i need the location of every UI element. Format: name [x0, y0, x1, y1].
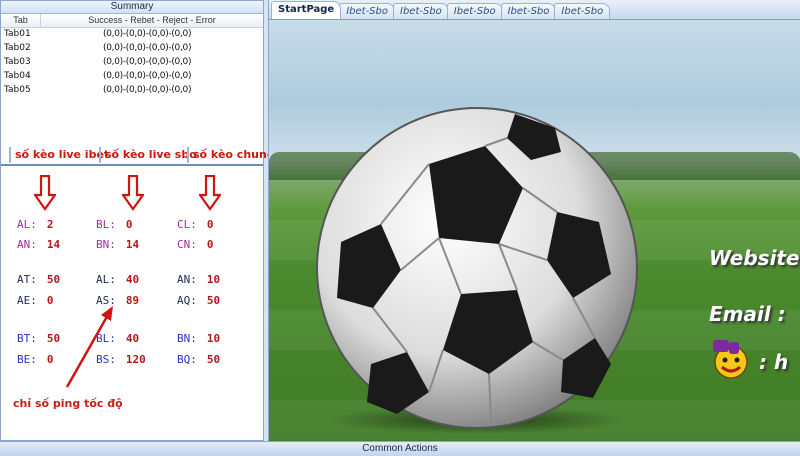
ping-speed-annotation: chỉ số ping tốc độ	[13, 397, 123, 410]
stat-label: CL:	[177, 218, 197, 231]
stat-label: AN:	[177, 273, 197, 286]
summary-table-body: Tab01 (0,0)-(0,0)-(0,0)-(0,0) Tab02 (0,0)-…	[1, 28, 263, 98]
stat-label: BE:	[17, 353, 37, 366]
banner-yahoo-text: : h	[759, 350, 789, 374]
stat-at: AT: 50	[17, 273, 60, 286]
document-tab-strip: StartPage Ibet-Sbo Ibet-Sbo Ibet-Sbo Ibe…	[269, 0, 800, 20]
down-arrow-icon	[122, 175, 144, 211]
stat-value: 50	[206, 353, 221, 366]
stat-value: 89	[125, 294, 140, 307]
tab-start-page[interactable]: StartPage	[271, 1, 342, 19]
stat-label: BN:	[177, 332, 197, 345]
table-row[interactable]: Tab04 (0,0)-(0,0)-(0,0)-(0,0)	[1, 70, 263, 84]
bottom-bar: Common Actions	[0, 441, 800, 456]
stat-al: AL: 2	[17, 218, 54, 231]
stat-label: BL:	[96, 218, 116, 231]
row-tab: Tab04	[4, 71, 31, 81]
summary-header: Summary	[1, 1, 263, 14]
tab-ibet-sbo-5[interactable]: Ibet-Sbo	[554, 3, 611, 19]
stat-ae: AE: 0	[17, 294, 54, 307]
stat-label: AN:	[17, 238, 37, 251]
row-tab: Tab03	[4, 57, 31, 67]
stat-label: BQ:	[177, 353, 197, 366]
stat-value: 0	[206, 238, 214, 251]
row-value: (0,0)-(0,0)-(0,0)-(0,0)	[103, 57, 192, 67]
common-actions-label[interactable]: Common Actions	[0, 442, 800, 456]
stat-label: AE:	[17, 294, 37, 307]
left-tab-strip: số kèo live ibet số kèo live sbo số kèo …	[1, 144, 275, 166]
row-tab: Tab05	[4, 85, 31, 95]
stat-label: AQ:	[177, 294, 197, 307]
stat-label: AT:	[17, 273, 37, 286]
stat-an-ping: AN: 10	[177, 273, 220, 286]
stat-label: CN:	[177, 238, 197, 251]
tab-ibet-sbo-3[interactable]: Ibet-Sbo	[446, 3, 503, 19]
banner-website-text: Website	[709, 246, 800, 270]
stat-label: AL:	[17, 218, 37, 231]
yahoo-messenger-icon	[713, 340, 748, 379]
column-header-results[interactable]: Success - Rebet - Reject - Error	[41, 14, 263, 27]
summary-column-headers: Tab Success - Rebet - Reject - Error	[1, 14, 263, 28]
stat-value: 0	[125, 218, 133, 231]
pointer-arrow-icon	[65, 306, 113, 388]
row-value: (0,0)-(0,0)-(0,0)-(0,0)	[103, 43, 192, 53]
row-tab: Tab02	[4, 43, 31, 53]
stat-bn-ping: BN: 10	[177, 332, 220, 345]
stat-be: BE: 0	[17, 353, 54, 366]
stat-value: 0	[46, 294, 54, 307]
start-page-banner: Website Email : : h	[269, 20, 800, 441]
stat-aq: AQ: 50	[177, 294, 220, 307]
down-arrow-icon	[199, 175, 221, 211]
soccer-ball-image	[316, 107, 638, 434]
stat-value: 0	[46, 353, 54, 366]
tab-general[interactable]: số kèo chung	[187, 147, 275, 163]
stat-value: 40	[125, 273, 140, 286]
tab-ibet-sbo-1[interactable]: Ibet-Sbo	[339, 3, 395, 19]
table-row[interactable]: Tab02 (0,0)-(0,0)-(0,0)-(0,0)	[1, 42, 263, 56]
table-row[interactable]: Tab05 (0,0)-(0,0)-(0,0)-(0,0)	[1, 84, 263, 98]
stat-value: 50	[46, 273, 61, 286]
stat-al-ping: AL: 40	[96, 273, 139, 286]
stat-value: 50	[206, 294, 221, 307]
stat-value: 2	[46, 218, 54, 231]
stat-cl: CL: 0	[177, 218, 214, 231]
document-area: StartPage Ibet-Sbo Ibet-Sbo Ibet-Sbo Ibe…	[268, 0, 800, 441]
stat-value: 14	[125, 238, 140, 251]
stat-label: AL:	[96, 273, 116, 286]
stat-label: BT:	[17, 332, 37, 345]
stat-bn: BN: 14	[96, 238, 139, 251]
stat-label: BN:	[96, 238, 116, 251]
stat-value: 50	[46, 332, 61, 345]
stat-value: 40	[125, 332, 140, 345]
tab-ibet-sbo-2[interactable]: Ibet-Sbo	[393, 3, 449, 19]
stat-value: 10	[206, 332, 221, 345]
tab-live-ibet[interactable]: số kèo live ibet	[9, 147, 109, 163]
stat-value: 0	[206, 218, 214, 231]
row-value: (0,0)-(0,0)-(0,0)-(0,0)	[103, 71, 192, 81]
stat-bl: BL: 0	[96, 218, 133, 231]
table-row[interactable]: Tab03 (0,0)-(0,0)-(0,0)-(0,0)	[1, 56, 263, 70]
stats-panel: AL: 2 AN: 14 BL: 0 BN: 14 CL: 0 CN: 0 AT: 50 AE…	[1, 167, 263, 440]
tab-ibet-sbo-4[interactable]: Ibet-Sbo	[500, 3, 557, 19]
stat-bq: BQ: 50	[177, 353, 220, 366]
stat-value: 14	[46, 238, 61, 251]
column-header-tab[interactable]: Tab	[1, 14, 41, 27]
row-value: (0,0)-(0,0)-(0,0)-(0,0)	[103, 85, 192, 95]
tab-live-sbo[interactable]: số kèo live sbo	[99, 147, 197, 163]
stat-an: AN: 14	[17, 238, 60, 251]
left-panel: Summary Tab Success - Rebet - Reject - E…	[0, 0, 275, 441]
row-tab: Tab01	[4, 29, 31, 39]
stat-value: 10	[206, 273, 221, 286]
stat-bt: BT: 50	[17, 332, 60, 345]
row-value: (0,0)-(0,0)-(0,0)-(0,0)	[103, 29, 192, 39]
banner-email-text: Email :	[709, 302, 786, 326]
stat-value: 120	[125, 353, 146, 366]
stat-cn: CN: 0	[177, 238, 214, 251]
down-arrow-icon	[34, 175, 56, 211]
table-row[interactable]: Tab01 (0,0)-(0,0)-(0,0)-(0,0)	[1, 28, 263, 42]
